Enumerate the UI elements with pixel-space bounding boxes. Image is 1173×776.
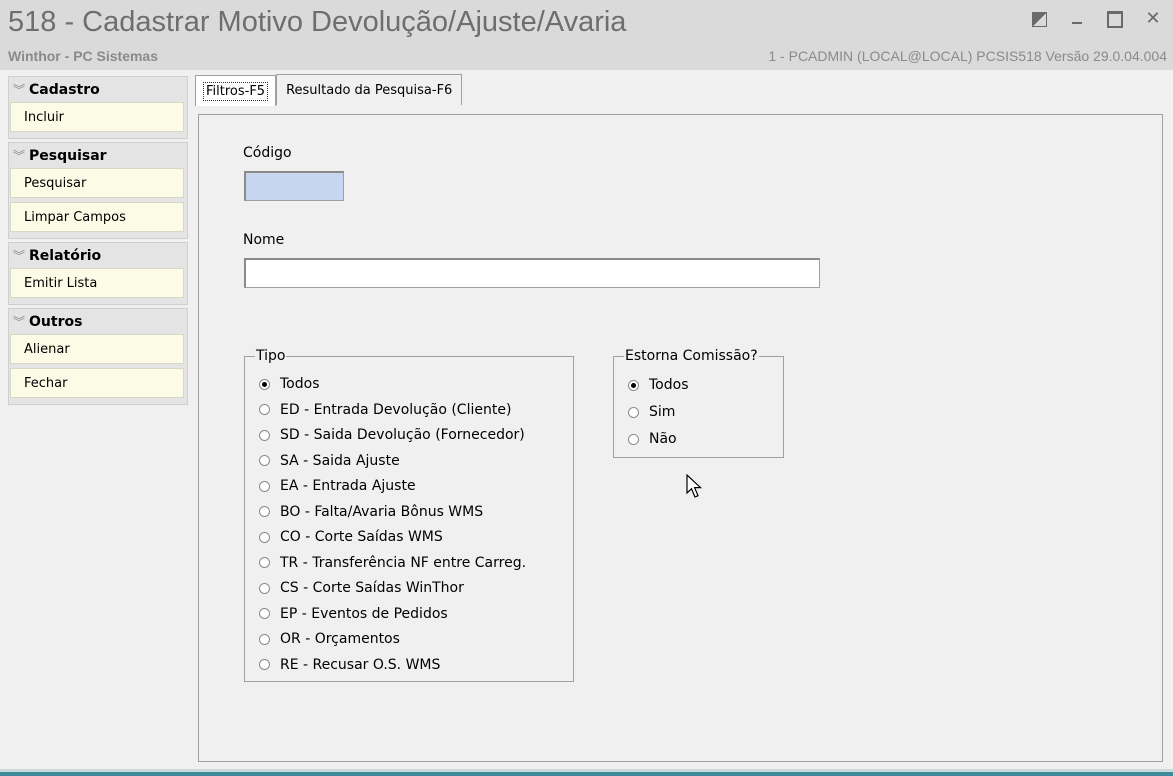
fechar-button[interactable]: Fechar xyxy=(10,368,184,398)
tab-label: Filtros-F5 xyxy=(203,81,269,101)
group-header-pesquisar[interactable]: ︾ Pesquisar xyxy=(9,143,187,168)
estorna-legend: Estorna Comissão? xyxy=(625,348,758,364)
tab-filtros[interactable]: Filtros-F5 xyxy=(195,75,277,106)
estorna-comissao-group: Estorna Comissão? Todos Sim Não xyxy=(613,348,784,458)
group-title: Outros xyxy=(29,313,83,330)
radio-button[interactable] xyxy=(628,406,639,418)
radio-label: RE - Recusar O.S. WMS xyxy=(280,656,441,673)
maximize-button[interactable] xyxy=(1105,8,1125,30)
radio-button[interactable] xyxy=(259,480,270,492)
limpar-campos-button[interactable]: Limpar Campos xyxy=(10,202,184,232)
tipo-option[interactable]: TR - Transferência NF entre Carreg. xyxy=(259,555,526,571)
tipo-option[interactable]: SD - Saida Devolução (Fornecedor) xyxy=(259,427,525,443)
tab-label: Resultado da Pesquisa-F6 xyxy=(286,82,453,98)
radio-label: CO - Corte Saídas WMS xyxy=(280,529,443,545)
collapse-chevron-icon: ︾ xyxy=(13,315,26,329)
group-header-outros[interactable]: ︾ Outros xyxy=(9,309,187,334)
tipo-option[interactable]: CO - Corte Saídas WMS xyxy=(259,529,443,545)
incluir-button[interactable]: Incluir xyxy=(10,102,184,132)
tipo-option[interactable]: ED - Entrada Devolução (Cliente) xyxy=(259,402,511,418)
radio-label: Não xyxy=(649,431,677,447)
window-title: 518 - Cadastrar Motivo Devolução/Ajuste/… xyxy=(8,6,627,38)
tipo-option[interactable]: EP - Eventos de Pedidos xyxy=(259,606,448,622)
nome-input[interactable] xyxy=(244,258,820,288)
radio-button[interactable] xyxy=(259,506,270,517)
tipo-option[interactable]: Todos xyxy=(259,376,319,392)
tipo-option[interactable]: BO - Falta/Avaria Bônus WMS xyxy=(259,504,483,520)
mouse-cursor-icon xyxy=(686,474,703,498)
radio-label: BO - Falta/Avaria Bônus WMS xyxy=(280,503,484,520)
tipo-option[interactable]: SA - Saida Ajuste xyxy=(259,453,400,469)
radio-button[interactable] xyxy=(259,557,270,568)
group-title: Cadastro xyxy=(29,81,100,98)
sidebar-group-cadastro: ︾ Cadastro Incluir xyxy=(8,76,188,139)
codigo-label: Código xyxy=(243,145,292,161)
radio-button[interactable] xyxy=(259,608,270,619)
window-controls: ✕ xyxy=(1029,8,1163,30)
minimize-button[interactable] xyxy=(1067,8,1087,30)
filters-panel: Código Nome Tipo Todos ED - Entrada Devol… xyxy=(198,114,1163,762)
radio-button[interactable] xyxy=(628,433,639,445)
radio-label: SD - Saida Devolução (Fornecedor) xyxy=(280,427,525,443)
group-title: Pesquisar xyxy=(29,147,107,164)
radio-button[interactable] xyxy=(259,582,270,594)
radio-button[interactable] xyxy=(259,404,270,415)
estorna-option[interactable]: Sim xyxy=(628,404,675,420)
collapse-chevron-icon: ︾ xyxy=(13,149,26,163)
title-bar: 518 - Cadastrar Motivo Devolução/Ajuste/… xyxy=(0,0,1173,70)
user-version-info: 1 - PCADMIN (LOCAL@LOCAL) PCSIS518 Versã… xyxy=(768,48,1167,64)
tipo-option[interactable]: OR - Orçamentos xyxy=(259,631,400,647)
close-button[interactable]: ✕ xyxy=(1143,8,1163,30)
group-title: Relatório xyxy=(29,247,102,264)
restore-down-icon[interactable] xyxy=(1029,8,1049,30)
tab-resultado-pesquisa[interactable]: Resultado da Pesquisa-F6 xyxy=(276,74,463,105)
estorna-option[interactable]: Todos xyxy=(628,377,688,393)
tipo-group: Tipo Todos ED - Entrada Devolução (Client… xyxy=(244,348,574,682)
tipo-legend: Tipo xyxy=(256,348,286,364)
nome-label: Nome xyxy=(243,232,285,248)
sidebar: ︾ Cadastro Incluir ︾ Pesquisar Pesquisar… xyxy=(8,76,188,408)
radio-button[interactable] xyxy=(259,633,270,645)
emitir-lista-button[interactable]: Emitir Lista xyxy=(10,268,184,298)
alienar-button[interactable]: Alienar xyxy=(10,334,184,364)
collapse-chevron-icon: ︾ xyxy=(13,83,26,97)
tab-bar: Filtros-F5 Resultado da Pesquisa-F6 xyxy=(195,74,463,106)
radio-label: EP - Eventos de Pedidos xyxy=(280,605,448,622)
tipo-option[interactable]: EA - Entrada Ajuste xyxy=(259,478,416,494)
collapse-chevron-icon: ︾ xyxy=(13,249,26,263)
group-header-cadastro[interactable]: ︾ Cadastro xyxy=(9,77,187,102)
codigo-input[interactable] xyxy=(244,171,344,201)
app-subtitle: Winthor - PC Sistemas xyxy=(8,48,159,64)
tipo-option[interactable]: CS - Corte Saídas WinThor xyxy=(259,580,464,596)
pesquisar-button[interactable]: Pesquisar xyxy=(10,168,184,198)
radio-label: Todos xyxy=(649,377,689,393)
radio-label: EA - Entrada Ajuste xyxy=(280,478,416,494)
sidebar-group-relatorio: ︾ Relatório Emitir Lista xyxy=(8,242,188,305)
tipo-option[interactable]: RE - Recusar O.S. WMS xyxy=(259,657,440,673)
sidebar-group-pesquisar: ︾ Pesquisar Pesquisar Limpar Campos xyxy=(8,142,188,239)
estorna-option[interactable]: Não xyxy=(628,431,677,447)
radio-label: Todos xyxy=(280,376,320,392)
radio-button[interactable] xyxy=(259,429,270,441)
radio-label: TR - Transferência NF entre Carreg. xyxy=(280,554,527,571)
radio-button[interactable] xyxy=(259,659,270,670)
sidebar-group-outros: ︾ Outros Alienar Fechar xyxy=(8,308,188,405)
radio-label: ED - Entrada Devolução (Cliente) xyxy=(280,401,512,418)
window-bottom-border xyxy=(0,769,1173,776)
radio-button[interactable] xyxy=(259,531,270,543)
radio-label: Sim xyxy=(649,404,676,420)
radio-button[interactable] xyxy=(628,379,639,391)
radio-label: SA - Saida Ajuste xyxy=(280,452,400,469)
radio-label: OR - Orçamentos xyxy=(280,631,400,647)
radio-button[interactable] xyxy=(259,455,270,466)
radio-label: CS - Corte Saídas WinThor xyxy=(280,580,464,596)
radio-button[interactable] xyxy=(259,378,270,390)
group-header-relatorio[interactable]: ︾ Relatório xyxy=(9,243,187,268)
